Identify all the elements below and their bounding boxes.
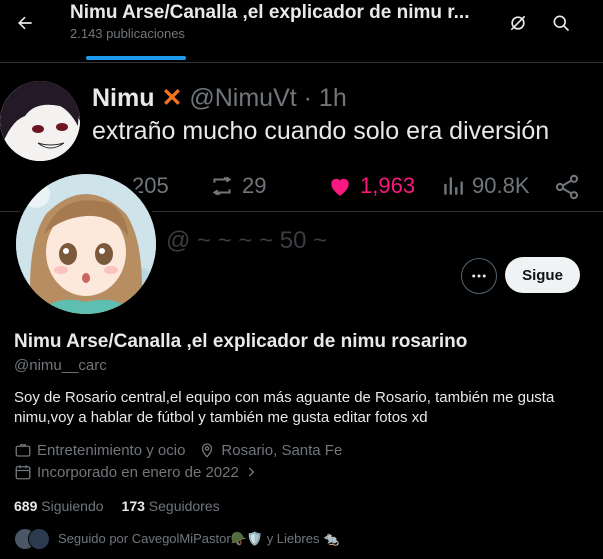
banner-views: 90.8K [440,173,530,199]
banner-tweet-header: Nimu ✕ @NimuVt · 1h [92,83,347,113]
scroll-indicator [86,56,186,60]
briefcase-icon [15,444,31,457]
search-button[interactable] [544,6,578,40]
views-icon [444,177,463,195]
avatar [28,528,50,550]
profile-meta-row-2: Incorporado en enero de 2022 [14,463,258,481]
chevron-right-icon[interactable] [244,465,258,479]
followed-by-text: Seguido por CavegolMiPastor🪖🛡️ y Liebres… [58,531,340,546]
follow-counts: 689 Siguiendo 173 Seguidores [14,498,220,514]
following-link[interactable]: 689 Siguiendo [14,498,104,514]
calendar-icon [15,465,31,480]
profile-handle: @nimu__carc [14,357,107,374]
profile-avatar[interactable] [12,170,160,318]
grok-button[interactable] [501,6,535,40]
banner-reposts-count: 29 [242,173,267,198]
share-icon [555,174,579,200]
heart-icon [331,178,349,196]
banner-views-count: 90.8K [472,173,530,198]
arrow-left-icon [18,16,32,30]
avatar-image [16,174,156,314]
more-options-button[interactable] [461,258,497,294]
top-bar: Nimu Arse/Canalla ,el explicador de nimu… [0,0,603,62]
followers-count: 173 [121,498,145,514]
profile-location: Rosario, Santa Fe [221,441,343,459]
followers-label: Seguidores [148,498,220,514]
profile-category: Entretenimiento y ocio [37,441,186,459]
page-title: Nimu Arse/Canalla ,el explicador de nimu… [70,2,470,23]
followed-by-row[interactable]: Seguido por CavegolMiPastor🪖🛡️ y Liebres… [14,528,339,550]
following-count: 689 [14,498,38,514]
grok-icon [510,15,526,31]
banner-likes-count: 1,963 [360,173,416,198]
profile-bio: Soy de Rosario central,el equipo con más… [14,389,555,426]
profile-meta-row-1: Entretenimiento y ocio Rosario, Santa Fe [14,441,342,459]
x-mark-icon: ✕ [161,84,183,112]
banner-tweet-text: extraño mucho cuando solo era diversión [92,117,550,145]
search-icon [553,15,570,32]
banner-tweet-handle: @NimuVt · 1h [189,84,347,112]
profile-joined: Incorporado en enero de 2022 [37,463,239,481]
banner-likes: 1,963 [326,173,415,199]
profile-name: Nimu Arse/Canalla ,el explicador de nimu… [14,331,468,352]
back-button[interactable] [8,6,42,40]
posts-count: 2.143 publicaciones [70,26,185,41]
banner-share [553,173,581,201]
location-pin-icon [202,443,213,458]
repost-icon [212,176,232,196]
banner-tweet-name: Nimu [92,84,155,112]
more-icon [472,274,486,278]
banner-next-post-fragment: @ ~ ~ ~ ~ 50 ~ [166,227,328,254]
banner-reposts: 29 [208,173,266,199]
followers-link[interactable]: 173 Seguidores [122,498,220,514]
banner-tweet-avatar [0,81,80,161]
followed-by-avatars [14,528,50,550]
follow-button[interactable]: Sigue [505,257,580,293]
following-label: Siguiendo [41,498,104,514]
